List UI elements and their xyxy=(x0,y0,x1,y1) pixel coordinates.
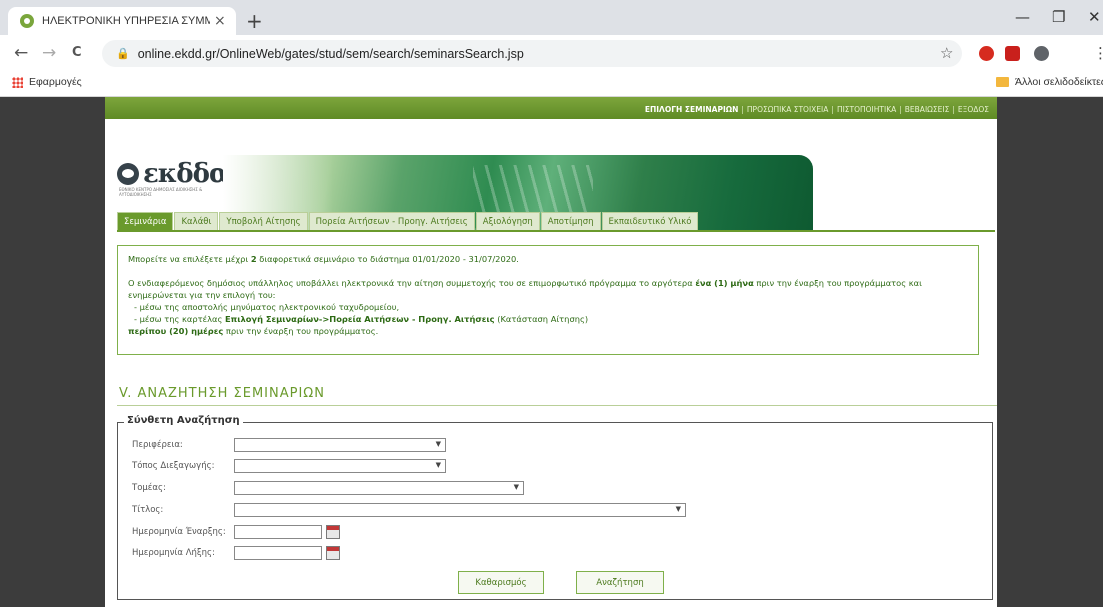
search-button[interactable]: Αναζήτηση xyxy=(576,571,664,594)
ekdda-logo-icon xyxy=(117,163,139,185)
apps-label: Εφαρμογές xyxy=(29,76,82,88)
info-line-4: - μέσω της αποστολής μηνύματος ηλεκτρονι… xyxy=(134,302,400,312)
end-date-row: Ημερομηνία Λήξης: xyxy=(132,546,340,560)
top-navigation-bar: ΕΠΙΛΟΓΗ ΣΕΜΙΝΑΡΙΩΝ | ΠΡΟΣΩΠΙΚΑ ΣΤΟΙΧΕΙΑ | ΠΙ… xyxy=(105,97,997,119)
bookmarks-bar: Εφαρμογές Άλλοι σελιδοδείκτες xyxy=(0,71,1103,97)
topnav-exit[interactable]: ΕΞΟΔΟΣ xyxy=(958,105,989,114)
other-bookmarks-label: Άλλοι σελιδοδείκτες xyxy=(1015,76,1103,88)
topnav-personal-details[interactable]: ΠΡΟΣΩΠΙΚΑ ΣΤΟΙΧΕΙΑ xyxy=(747,105,828,114)
topnav-certificates[interactable]: ΠΙΣΤΟΠΟΙΗΤΙΚΑ xyxy=(837,105,896,114)
tab-title: ΗΛΕΚΤΡΟΝΙΚΗ ΥΠΗΡΕΣΙΑ ΣΥΜΜ xyxy=(42,15,210,27)
title-select[interactable]: ▼ xyxy=(234,503,686,517)
topnav-seminar-selection[interactable]: ΕΠΙΛΟΓΗ ΣΕΜΙΝΑΡΙΩΝ xyxy=(645,105,739,114)
tabs-underline xyxy=(117,230,995,232)
end-date-input[interactable] xyxy=(234,546,322,560)
venue-row: Τόπος Διεξαγωγής: ▼ xyxy=(132,459,446,473)
close-window-button[interactable]: ✕ xyxy=(1088,8,1101,26)
seminar-tabs: Σεμινάρια Καλάθι Υποβολή Αίτησης Πορεία … xyxy=(117,212,699,231)
sector-row: Τομέας: ▼ xyxy=(132,481,524,495)
tab-application-progress[interactable]: Πορεία Αιτήσεων - Προηγ. Αιτήσεις xyxy=(308,212,475,231)
logo-text: εκδδα xyxy=(143,159,229,189)
tab-evaluation[interactable]: Αξιολόγηση xyxy=(475,212,540,231)
pdf-extension-icon[interactable] xyxy=(1005,46,1020,61)
sector-select[interactable]: ▼ xyxy=(234,481,524,495)
end-date-label: Ημερομηνία Λήξης: xyxy=(132,548,215,558)
page-title: V. ΑΝΑΖΗΤΗΣΗ ΣΕΜΙΝΑΡΙΩΝ xyxy=(119,386,325,401)
advanced-search-fieldset: Σύνθετη Αναζήτηση Περιφέρεια: ▼ Τόπος Δι… xyxy=(117,415,993,600)
clear-button[interactable]: Καθαρισμός xyxy=(458,571,544,594)
opera-extension-icon[interactable] xyxy=(979,46,994,61)
forward-button[interactable]: → xyxy=(42,43,56,63)
browser-tabstrip: ΗΛΕΚΤΡΟΝΙΚΗ ΥΠΗΡΕΣΙΑ ΣΥΜΜ × + — ❐ ✕ xyxy=(0,0,1103,35)
tab-educational-material[interactable]: Εκπαιδευτικό Υλικό xyxy=(601,212,699,231)
browser-tab[interactable]: ΗΛΕΚΤΡΟΝΙΚΗ ΥΠΗΡΕΣΙΑ ΣΥΜΜ × xyxy=(8,7,236,35)
info-line-5: - μέσω της καρτέλας Επιλογή Σεμιναρίων->… xyxy=(134,314,589,324)
fieldset-legend: Σύνθετη Αναζήτηση xyxy=(124,415,243,426)
address-bar[interactable]: 🔒 online.ekdd.gr/OnlineWeb/gates/stud/se… xyxy=(102,40,962,67)
info-box: Μπορείτε να επιλέξετε μέχρι 2 διαφορετικ… xyxy=(117,245,979,355)
folder-icon xyxy=(996,77,1009,87)
back-button[interactable]: ← xyxy=(14,43,28,63)
title-label: Τίτλος: xyxy=(132,505,164,515)
lock-icon: 🔒 xyxy=(116,47,130,60)
start-date-row: Ημερομηνία Έναρξης: xyxy=(132,525,340,539)
account-icon[interactable] xyxy=(1034,46,1049,61)
tab-basket[interactable]: Καλάθι xyxy=(174,212,219,231)
chevron-down-icon: ▼ xyxy=(513,483,519,491)
region-label: Περιφέρεια: xyxy=(132,440,183,450)
menu-icon[interactable]: ⋮ xyxy=(1093,44,1103,62)
web-page: ΕΠΙΛΟΓΗ ΣΕΜΙΝΑΡΙΩΝ | ΠΡΟΣΩΠΙΚΑ ΣΤΟΙΧΕΙΑ | ΠΙ… xyxy=(105,97,997,607)
browser-toolbar: ← → C 🔒 online.ekdd.gr/OnlineWeb/gates/s… xyxy=(0,35,1103,71)
bookmark-star-icon[interactable]: ☆ xyxy=(940,44,953,62)
reload-button[interactable]: C xyxy=(72,45,82,60)
info-line-2: Ο ενδιαφερόμενος δημόσιος υπάλληλος υποβ… xyxy=(128,278,922,288)
tab-assessment[interactable]: Αποτίμηση xyxy=(540,212,601,231)
venue-select[interactable]: ▼ xyxy=(234,459,446,473)
venue-label: Τόπος Διεξαγωγής: xyxy=(132,461,215,471)
start-date-input[interactable] xyxy=(234,525,322,539)
apps-bookmark[interactable]: Εφαρμογές xyxy=(12,76,82,88)
ekdda-logo: εκδδα xyxy=(117,159,229,189)
info-line-1: Μπορείτε να επιλέξετε μέχρι 2 διαφορετικ… xyxy=(128,254,519,264)
calendar-icon[interactable] xyxy=(326,525,340,539)
calendar-icon[interactable] xyxy=(326,546,340,560)
chevron-down-icon: ▼ xyxy=(435,440,441,448)
title-divider xyxy=(117,405,997,406)
logo-subtitle: ΕΘΝΙΚΟ ΚΕΝΤΡΟ ΔΗΜΟΣΙΑΣ ΔΙΟΙΚΗΣΗΣ & ΑΥΤΟΔ… xyxy=(119,187,203,197)
chevron-down-icon: ▼ xyxy=(435,461,441,469)
tab-seminars[interactable]: Σεμινάρια xyxy=(117,212,174,231)
start-date-label: Ημερομηνία Έναρξης: xyxy=(132,527,226,537)
site-favicon-icon xyxy=(20,14,34,28)
region-select[interactable]: ▼ xyxy=(234,438,446,452)
new-tab-button[interactable]: + xyxy=(246,9,263,33)
maximize-button[interactable]: ❐ xyxy=(1052,8,1065,26)
region-row: Περιφέρεια: ▼ xyxy=(132,438,446,452)
topnav-attestations[interactable]: ΒΕΒΑΙΩΣΕΙΣ xyxy=(905,105,950,114)
top-nav: ΕΠΙΛΟΓΗ ΣΕΜΙΝΑΡΙΩΝ | ΠΡΟΣΩΠΙΚΑ ΣΤΟΙΧΕΙΑ | ΠΙ… xyxy=(644,104,989,114)
apps-grid-icon xyxy=(12,76,23,88)
info-line-3: ενημερώνεται για την επιλογή του: xyxy=(128,290,276,300)
minimize-button[interactable]: — xyxy=(1015,8,1030,26)
sector-label: Τομέας: xyxy=(132,483,166,493)
close-tab-icon[interactable]: × xyxy=(214,13,226,29)
info-line-6: περίπου (20) ημέρες πριν την έναρξη του … xyxy=(128,326,379,336)
url-text: online.ekdd.gr/OnlineWeb/gates/stud/sem/… xyxy=(137,46,524,61)
tab-submit-application[interactable]: Υποβολή Αίτησης xyxy=(219,212,308,231)
chevron-down-icon: ▼ xyxy=(675,505,681,513)
title-row: Τίτλος: ▼ xyxy=(132,503,686,517)
other-bookmarks[interactable]: Άλλοι σελιδοδείκτες xyxy=(996,76,1103,88)
